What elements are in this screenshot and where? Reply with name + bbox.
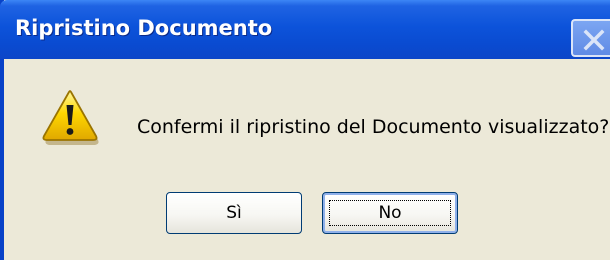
- no-button[interactable]: No: [322, 192, 458, 234]
- confirm-dialog: Ripristino Documento Confermi il riprist…: [0, 0, 610, 260]
- title-bar[interactable]: Ripristino Documento: [0, 0, 610, 59]
- close-button[interactable]: [571, 19, 610, 57]
- no-button-label: No: [378, 203, 402, 223]
- close-icon: [583, 29, 605, 51]
- warning-icon: [42, 90, 99, 145]
- dialog-title: Ripristino Documento: [15, 16, 273, 40]
- yes-button-label: Sì: [226, 203, 242, 223]
- confirmation-message: Confermi il ripristino del Documento vis…: [137, 116, 610, 138]
- yes-button[interactable]: Sì: [166, 192, 302, 234]
